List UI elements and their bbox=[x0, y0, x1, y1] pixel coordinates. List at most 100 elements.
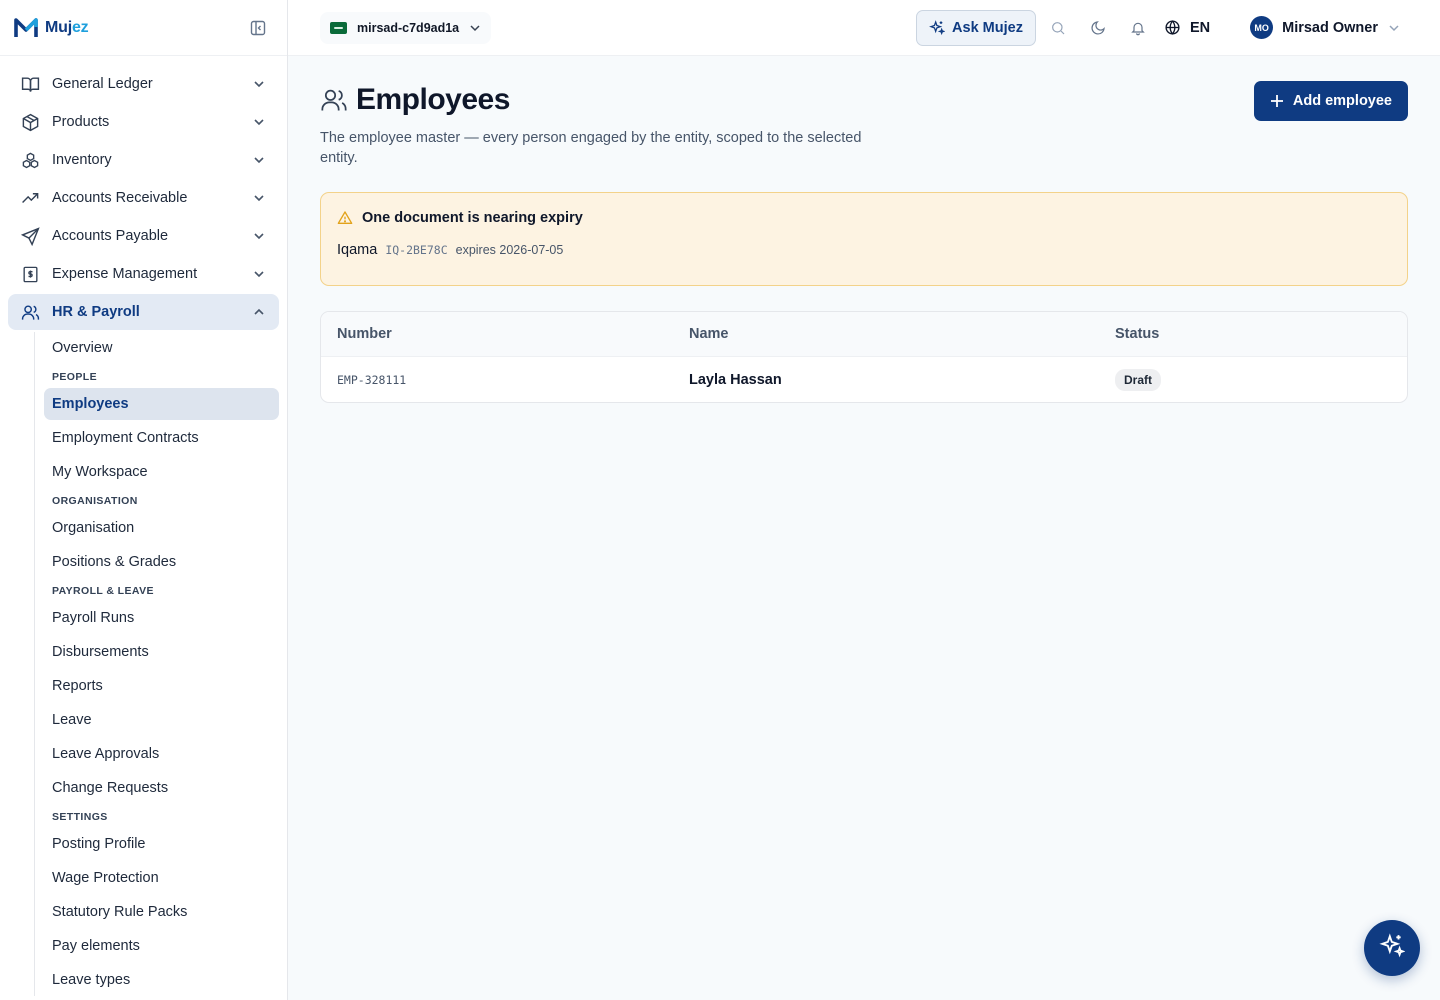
page-title: Employees bbox=[356, 83, 510, 116]
sidebar-item-expense-management[interactable]: Expense Management bbox=[8, 256, 279, 292]
search-icon[interactable] bbox=[1038, 10, 1078, 46]
sidebar-item-label: Inventory bbox=[52, 152, 112, 168]
employee-status-cell: Draft bbox=[1115, 368, 1407, 391]
sidebar-item-change-requests[interactable]: Change Requests bbox=[44, 772, 279, 804]
employees-table: Number Name Status EMP-328111 Layla Hass… bbox=[320, 311, 1408, 403]
sidebar-item-posting-profile[interactable]: Posting Profile bbox=[44, 828, 279, 860]
expiry-alert: One document is nearing expiry Iqama IQ-… bbox=[320, 192, 1408, 286]
sidebar-item-leave-approvals[interactable]: Leave Approvals bbox=[44, 738, 279, 770]
employee-number-cell: EMP-328111 bbox=[321, 371, 689, 389]
plus-icon bbox=[1270, 94, 1284, 108]
add-employee-button[interactable]: Add employee bbox=[1253, 81, 1408, 121]
saudi-flag-icon bbox=[330, 21, 347, 34]
receipt-icon bbox=[20, 264, 40, 284]
sidebar-item-wage-protection[interactable]: Wage Protection bbox=[44, 862, 279, 894]
sidebar-item-organisation[interactable]: Organisation bbox=[44, 512, 279, 544]
alert-document-line[interactable]: Iqama IQ-2BE78C expires 2026-07-05 bbox=[337, 242, 1391, 258]
brand-bar: Mujez bbox=[0, 0, 287, 56]
main-content: Employees The employee master — every pe… bbox=[320, 56, 1408, 403]
sidebar-item-reports[interactable]: Reports bbox=[44, 670, 279, 702]
sidebar-item-leave[interactable]: Leave bbox=[44, 704, 279, 736]
bell-icon[interactable] bbox=[1118, 10, 1158, 46]
section-heading-people: PEOPLE bbox=[52, 371, 97, 383]
status-badge: Draft bbox=[1115, 368, 1162, 391]
sidebar-item-my-workspace[interactable]: My Workspace bbox=[44, 456, 279, 488]
sidebar-item-label: HR & Payroll bbox=[52, 304, 140, 320]
sidebar-item-label: Expense Management bbox=[52, 266, 198, 282]
chevron-down-icon bbox=[251, 266, 267, 282]
trending-up-icon bbox=[20, 188, 40, 208]
sidebar-item-label: Accounts Receivable bbox=[52, 190, 188, 206]
chevron-down-icon bbox=[1388, 22, 1400, 34]
column-header-status[interactable]: Status bbox=[1115, 326, 1407, 342]
sidebar-item-employment-contracts[interactable]: Employment Contracts bbox=[44, 422, 279, 454]
sidebar-item-label: General Ledger bbox=[52, 76, 153, 92]
column-header-name[interactable]: Name bbox=[689, 326, 1115, 342]
sidebar-collapse-icon[interactable] bbox=[249, 19, 267, 37]
sidebar-item-accounts-payable[interactable]: Accounts Payable bbox=[8, 218, 279, 254]
ask-mujez-button[interactable]: Ask Mujez bbox=[916, 9, 1036, 46]
sidebar-item-payroll-runs[interactable]: Payroll Runs bbox=[44, 602, 279, 634]
ask-mujez-label: Ask Mujez bbox=[952, 19, 1023, 36]
sidebar-item-accounts-receivable[interactable]: Accounts Receivable bbox=[8, 180, 279, 216]
sidebar-item-employees[interactable]: Employees bbox=[44, 388, 279, 420]
sidebar-item-general-ledger[interactable]: General Ledger bbox=[8, 66, 279, 102]
sidebar-item-overview[interactable]: Overview bbox=[44, 332, 279, 364]
sidebar: Mujez General Ledger Products Inventory … bbox=[0, 0, 288, 1000]
section-heading-payroll-leave: PAYROLL & LEAVE bbox=[52, 585, 154, 597]
ai-assistant-fab[interactable] bbox=[1364, 920, 1420, 976]
hr-submenu: Overview PEOPLE Employees Employment Con… bbox=[34, 332, 279, 996]
chevron-down-icon bbox=[251, 190, 267, 206]
page-description: The employee master — every person engag… bbox=[320, 130, 862, 166]
users-icon bbox=[20, 302, 40, 322]
users-icon bbox=[320, 86, 348, 114]
mujez-logo-icon[interactable] bbox=[14, 16, 38, 40]
sidebar-item-label: Accounts Payable bbox=[52, 228, 169, 244]
warning-triangle-icon bbox=[337, 210, 353, 226]
sparkles-icon bbox=[1379, 932, 1406, 964]
chevron-down-icon bbox=[251, 228, 267, 244]
sidebar-item-disbursements[interactable]: Disbursements bbox=[44, 636, 279, 668]
sidebar-item-statutory-rule-packs[interactable]: Statutory Rule Packs bbox=[44, 896, 279, 928]
employee-name[interactable]: Layla Hassan bbox=[689, 372, 782, 388]
chevron-down-icon bbox=[251, 76, 267, 92]
alert-title: One document is nearing expiry bbox=[337, 210, 1391, 226]
alert-title-text: One document is nearing expiry bbox=[362, 210, 583, 226]
table-row[interactable]: EMP-328111 Layla Hassan Draft bbox=[321, 356, 1407, 402]
boxes-icon bbox=[20, 150, 40, 170]
chevron-down-icon bbox=[251, 152, 267, 168]
sidebar-item-pay-elements[interactable]: Pay elements bbox=[44, 930, 279, 962]
document-number: IQ-2BE78C bbox=[385, 243, 448, 257]
language-selector[interactable]: EN bbox=[1164, 19, 1210, 36]
sidebar-item-inventory[interactable]: Inventory bbox=[8, 142, 279, 178]
document-type: Iqama bbox=[337, 242, 378, 258]
language-label: EN bbox=[1189, 19, 1211, 36]
send-icon bbox=[20, 226, 40, 246]
column-header-number[interactable]: Number bbox=[321, 326, 689, 342]
avatar: MO bbox=[1250, 16, 1274, 39]
employee-number: EMP-328111 bbox=[337, 372, 407, 387]
globe-icon bbox=[1164, 19, 1181, 36]
moon-icon[interactable] bbox=[1078, 10, 1118, 46]
sidebar-nav: General Ledger Products Inventory Accoun… bbox=[0, 56, 287, 996]
chevron-down-icon bbox=[251, 114, 267, 130]
add-employee-label: Add employee bbox=[1292, 93, 1392, 109]
user-menu[interactable]: MO Mirsad Owner bbox=[1250, 16, 1400, 39]
section-heading-settings: SETTINGS bbox=[52, 811, 108, 823]
chevron-down-icon bbox=[469, 22, 481, 34]
sparkles-icon bbox=[929, 19, 946, 36]
sidebar-item-positions-grades[interactable]: Positions & Grades bbox=[44, 546, 279, 578]
chevron-up-icon bbox=[251, 304, 267, 320]
top-bar: mirsad-c7d9ad1a Ask Mujez EN MO Mirsad O… bbox=[288, 0, 1440, 56]
document-expiry: expires 2026-07-05 bbox=[455, 243, 564, 257]
employee-name-cell: Layla Hassan bbox=[689, 371, 1115, 389]
section-heading-organisation: ORGANISATION bbox=[52, 495, 138, 507]
sidebar-item-hr-payroll[interactable]: HR & Payroll bbox=[8, 294, 279, 330]
page-header: Employees bbox=[320, 83, 1408, 117]
user-name: Mirsad Owner bbox=[1282, 19, 1378, 36]
entity-selector[interactable]: mirsad-c7d9ad1a bbox=[320, 11, 492, 44]
entity-name: mirsad-c7d9ad1a bbox=[357, 20, 460, 35]
sidebar-item-leave-types[interactable]: Leave types bbox=[44, 964, 279, 996]
sidebar-item-label: Products bbox=[52, 114, 110, 130]
sidebar-item-products[interactable]: Products bbox=[8, 104, 279, 140]
